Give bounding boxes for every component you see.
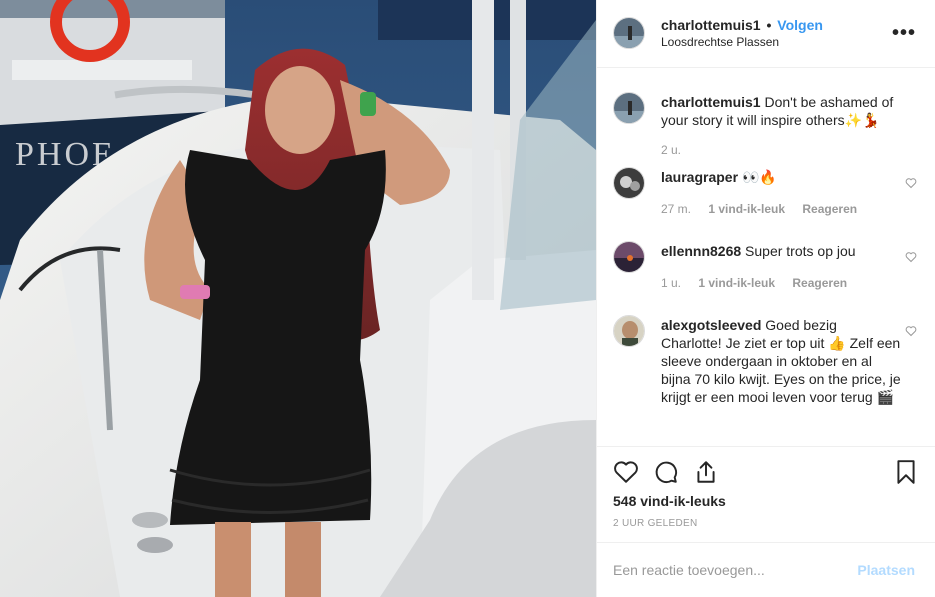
post-location[interactable]: Loosdrechtse Plassen [661, 35, 779, 49]
post-actions: 548 vind-ik-leuks 2 UUR GELEDEN [597, 446, 935, 542]
comment-bubble-icon[interactable] [653, 459, 679, 485]
author-username[interactable]: charlottemuis1 [661, 17, 761, 33]
comment-avatar[interactable] [613, 241, 645, 273]
comment-age: 1 u. [661, 276, 682, 290]
separator-dot: • [766, 17, 772, 33]
caption-meta: 2 u. [661, 143, 695, 157]
reply-button[interactable]: Reageren [792, 276, 847, 290]
author-avatar[interactable] [613, 17, 645, 49]
comment-input[interactable]: Een reactie toevoegen... [613, 562, 765, 578]
caption-avatar[interactable] [613, 92, 645, 124]
comment-text: Super trots op jou [745, 243, 856, 259]
post-timestamp: 2 UUR GELEDEN [613, 518, 698, 529]
follow-button[interactable]: Volgen [777, 17, 823, 33]
comments-list[interactable]: charlottemuis1 Don't be ashamed of your … [597, 68, 935, 446]
comment-meta: 27 m. 1 vind-ik-leuk Reageren [661, 202, 871, 216]
comment-meta: 1 u. 1 vind-ik-leuk Reageren [661, 276, 861, 290]
caption-age: 2 u. [661, 143, 682, 157]
add-comment-bar: Een reactie toevoegen... Plaatsen [597, 542, 935, 597]
comment-avatar[interactable] [613, 315, 645, 347]
post-photo[interactable]: PHOE [0, 0, 596, 597]
post-comment-button[interactable]: Plaatsen [857, 562, 915, 578]
like-comment-heart-icon[interactable] [905, 325, 917, 337]
post-header: charlottemuis1 • Volgen Loosdrechtse Pla… [597, 0, 935, 68]
comment-text: 👀🔥 [741, 169, 777, 185]
post-image: PHOE [0, 0, 596, 597]
comment-age: 27 m. [661, 202, 692, 216]
like-comment-heart-icon[interactable] [905, 177, 917, 189]
likes-count[interactable]: 548 vind-ik-leuks [613, 493, 726, 509]
like-heart-icon[interactable] [613, 459, 639, 485]
caption-username[interactable]: charlottemuis1 [661, 94, 761, 110]
share-icon[interactable] [693, 459, 719, 485]
bookmark-icon[interactable] [893, 459, 919, 485]
comment-username[interactable]: lauragraper [661, 169, 738, 185]
comment-username[interactable]: ellennn8268 [661, 243, 741, 259]
comment-likes[interactable]: 1 vind-ik-leuk [698, 276, 775, 290]
comment-avatar[interactable] [613, 167, 645, 199]
reply-button[interactable]: Reageren [802, 202, 857, 216]
comment-likes[interactable]: 1 vind-ik-leuk [708, 202, 785, 216]
comment-username[interactable]: alexgotsleeved [661, 317, 761, 333]
like-comment-heart-icon[interactable] [905, 251, 917, 263]
more-options-icon[interactable]: ••• [892, 22, 916, 45]
post-sidebar: charlottemuis1 • Volgen Loosdrechtse Pla… [596, 0, 935, 597]
